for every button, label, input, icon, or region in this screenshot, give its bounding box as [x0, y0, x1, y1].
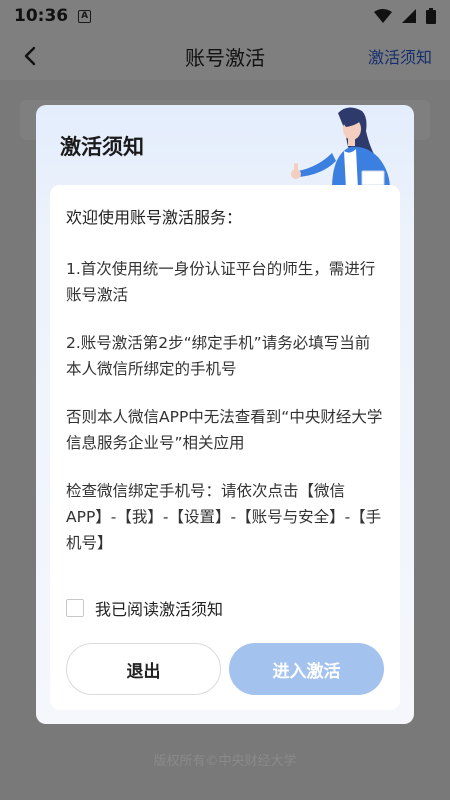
- activation-notice-dialog: 激活须知 欢迎使用账号激活服务： 1.首次使用统一身份认证平台的师生，需进行账号…: [36, 105, 414, 724]
- content-heading: 欢迎使用账号激活服务：: [66, 208, 243, 227]
- copyright-text: 版权所有©中央财经大学: [153, 754, 297, 769]
- woman-illustration-icon: [291, 107, 390, 189]
- enter-activation-button[interactable]: 进入激活: [229, 643, 384, 695]
- dialog-title: 激活须知: [60, 135, 144, 159]
- notice-paragraph-1: 1.首次使用统一身份认证平台的师生，需进行账号激活: [66, 260, 376, 304]
- notice-paragraph-3: 否则本人微信APP中无法查看到“中央财经大学信息服务企业号”相关应用: [66, 408, 383, 452]
- agree-label[interactable]: 我已阅读激活须知: [95, 596, 223, 620]
- exit-button[interactable]: 退出: [66, 643, 221, 695]
- agree-row[interactable]: 我已阅读激活须知: [66, 596, 223, 620]
- dialog-buttons: 退出 进入激活: [66, 643, 384, 695]
- notice-paragraph-2: 2.账号激活第2步“绑定手机”请务必填写当前本人微信所绑定的手机号: [66, 334, 371, 378]
- agree-checkbox[interactable]: [66, 599, 84, 617]
- notice-paragraph-4: 检查微信绑定手机号：请依次点击【微信APP】-【我】-【设置】-【账号与安全】-…: [66, 482, 382, 552]
- dialog-content: 欢迎使用账号激活服务： 1.首次使用统一身份认证平台的师生，需进行账号激活 2.…: [50, 185, 400, 710]
